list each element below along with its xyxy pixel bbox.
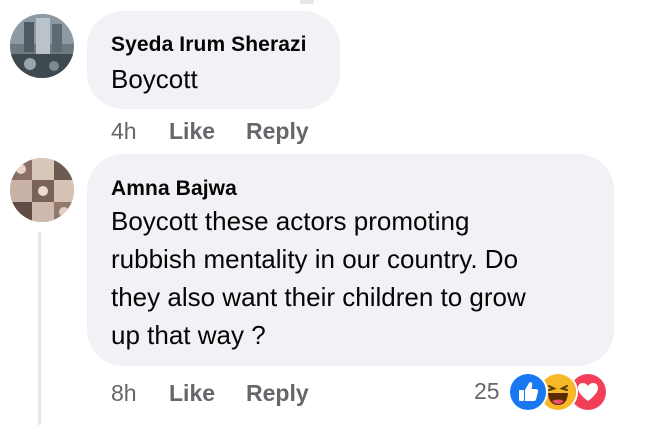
previous-comment-edge xyxy=(300,0,314,4)
reply-button[interactable]: Reply xyxy=(246,118,309,145)
comment-bubble: Syeda Irum Sherazi Boycott xyxy=(87,11,340,109)
like-button[interactable]: Like xyxy=(169,380,215,407)
comment-text: Boycott xyxy=(111,64,198,94)
reply-button[interactable]: Reply xyxy=(246,380,309,407)
comment-bubble: Amna Bajwa Boycott these actors promotin… xyxy=(87,154,614,366)
avatar[interactable] xyxy=(10,14,74,78)
comment-text-line: rubbish mentality in our country. Do xyxy=(111,244,519,274)
comment-timestamp[interactable]: 8h xyxy=(111,380,137,407)
reply-thread-line xyxy=(38,232,41,425)
comment-author[interactable]: Syeda Irum Sherazi xyxy=(111,33,307,57)
comment-text-line: Boycott these actors promoting xyxy=(111,206,470,236)
comment-text-line: up that way ? xyxy=(111,320,266,350)
avatar[interactable] xyxy=(10,158,74,222)
reaction-count: 25 xyxy=(474,378,500,404)
comment-text-line: they also want their children to grow xyxy=(111,282,526,312)
like-icon xyxy=(508,372,548,412)
like-button[interactable]: Like xyxy=(169,118,215,145)
comment-author[interactable]: Amna Bajwa xyxy=(111,177,237,201)
comment-timestamp[interactable]: 4h xyxy=(111,118,137,145)
